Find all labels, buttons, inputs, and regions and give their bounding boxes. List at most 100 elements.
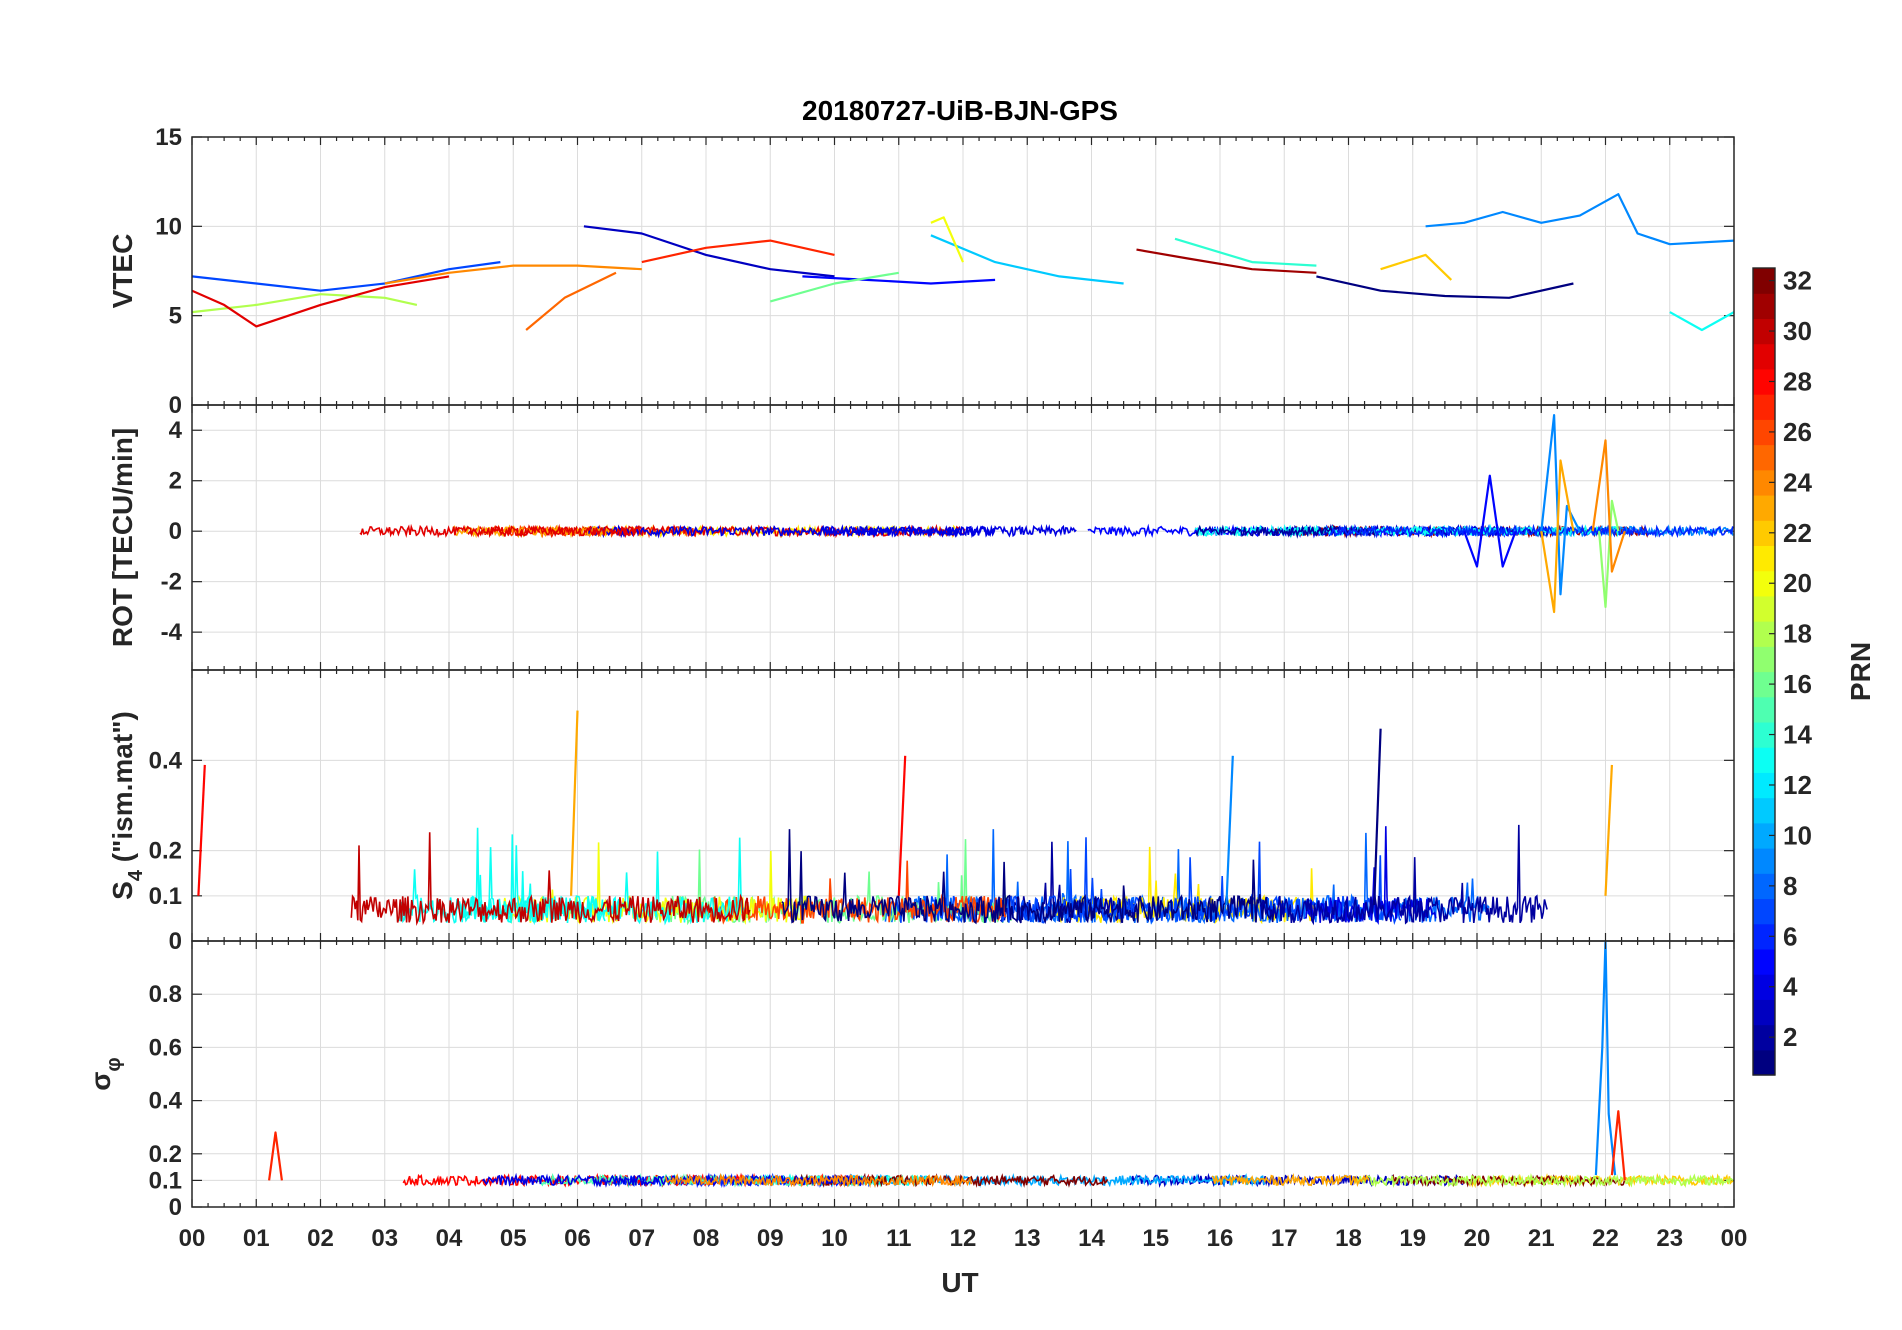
series-prn-9 <box>1425 193 1734 246</box>
x-tick-label: 00 <box>1721 1225 1748 1252</box>
panel-s4: 0 0.1 0.2 0.4S4 ("ism.mat") <box>107 669 1735 955</box>
colorbar-swatch <box>1753 646 1775 673</box>
y-tick-label: 2 <box>169 468 182 495</box>
colorbar-tick-label: 16 <box>1783 669 1812 699</box>
x-tick-label: 09 <box>757 1225 784 1252</box>
x-tick-label: 02 <box>307 1225 334 1252</box>
x-tick-label: 23 <box>1656 1225 1683 1252</box>
series-prn-7 <box>192 261 501 292</box>
x-tick-label: 03 <box>371 1225 398 1252</box>
colorbar-tick-label: 8 <box>1783 871 1797 901</box>
y-tick-label: 0.4 <box>149 747 183 774</box>
colorbar-swatch <box>1753 999 1775 1026</box>
colorbar-tick-label: 26 <box>1783 417 1812 447</box>
series-prn-23 <box>1604 764 1613 896</box>
y-tick-label: 0 <box>169 518 182 545</box>
y-tick-label: 15 <box>155 124 182 151</box>
series-prn-9 <box>1225 755 1234 905</box>
x-tick-label: 04 <box>436 1225 463 1252</box>
colorbar-swatch <box>1753 394 1775 420</box>
traces-rot <box>359 414 1734 614</box>
background-trace <box>350 832 751 926</box>
colorbar-swatch <box>1753 444 1775 471</box>
y-tick-label: -2 <box>161 569 182 596</box>
x-tick-label: 05 <box>500 1225 527 1252</box>
y-axis-label: S4 ("ism.mat") <box>107 711 147 900</box>
x-tick-label: 21 <box>1528 1225 1555 1252</box>
colorbar-tick-label: 30 <box>1783 316 1812 346</box>
colorbar-tick-label: 2 <box>1783 1022 1797 1052</box>
figure-canvas: 20180727-UiB-BJN-GPS 051015VTEC-4-2024RO… <box>85 95 1876 1298</box>
colorbar-tick-label: 24 <box>1783 467 1812 497</box>
colorbar-tick-label: 18 <box>1783 619 1812 649</box>
series-prn-28 <box>197 764 206 896</box>
colorbar-tick-label: 4 <box>1783 972 1798 1002</box>
colorbar-swatch <box>1753 1049 1775 1076</box>
colorbar-tick-label: 20 <box>1783 568 1812 598</box>
colorbar-swatch <box>1753 898 1775 925</box>
y-axis-label: σφ <box>85 1057 125 1090</box>
x-tick-label: 01 <box>243 1225 270 1252</box>
series-prn-28 <box>897 755 907 896</box>
x-tick-label: 19 <box>1399 1225 1426 1252</box>
x-tick-label: 15 <box>1142 1225 1169 1252</box>
series-prn-5 <box>1463 474 1517 568</box>
y-axis-label: VTEC <box>107 234 138 309</box>
traces-s4 <box>197 710 1613 926</box>
y-tick-label: 4 <box>169 417 183 444</box>
x-tick-label: 16 <box>1207 1225 1234 1252</box>
panel-sigma_phi: 00.10.2 0.4 0.6 0.8 σφ <box>85 940 1735 1221</box>
colorbar: 2468101214161820222426283032PRN <box>1752 266 1876 1076</box>
colorbar-swatch <box>1753 293 1775 320</box>
x-tick-label: 20 <box>1464 1225 1491 1252</box>
colorbar-tick-label: 32 <box>1783 266 1812 296</box>
series-prn-13 <box>1669 311 1734 332</box>
series-prn-31 <box>1136 248 1317 274</box>
x-tick-label: 00 <box>179 1225 206 1252</box>
colorbar-tick-label: 6 <box>1783 921 1797 951</box>
x-tick-label: 13 <box>1014 1225 1041 1252</box>
x-tick-label: 22 <box>1592 1225 1619 1252</box>
colorbar-swatch <box>1753 343 1775 370</box>
series-prn-25 <box>525 271 617 331</box>
x-tick-label: 08 <box>693 1225 720 1252</box>
x-tick-label: 11 <box>886 1225 911 1252</box>
y-tick-label: 0.6 <box>149 1034 182 1061</box>
x-tick-label: 10 <box>821 1225 848 1252</box>
y-tick-label: -4 <box>161 619 183 646</box>
y-tick-label: 0.8 <box>149 981 182 1008</box>
x-tick-label: 14 <box>1078 1225 1105 1252</box>
colorbar-tick-label: 12 <box>1783 770 1812 800</box>
colorbar-label: PRN <box>1845 642 1876 701</box>
x-tick-label: 18 <box>1335 1225 1362 1252</box>
colorbar-swatch <box>1753 696 1775 723</box>
colorbar-tick-label: 22 <box>1783 518 1812 548</box>
series-prn-27 <box>268 1131 283 1181</box>
colorbar-swatch <box>1753 545 1775 572</box>
x-tick-label: 06 <box>564 1225 591 1252</box>
x-tick-label: 12 <box>950 1225 977 1252</box>
colorbar-swatch <box>1753 747 1775 773</box>
y-tick-label: 5 <box>169 303 182 330</box>
y-tick-label: 0.1 <box>149 1167 182 1194</box>
y-axis-label: ROT [TECU/min] <box>107 428 138 647</box>
y-tick-label: 0 <box>169 928 182 955</box>
background-trace <box>781 829 1275 925</box>
colorbar-swatch <box>1753 797 1775 824</box>
y-tick-label: 0 <box>169 392 182 419</box>
x-axis: 00 01 02 03 04 05 06 07 08 09 10 11 12 13 14 15 16 17 18 19… <box>179 1225 1748 1252</box>
y-tick-label: 0.1 <box>149 883 182 910</box>
x-tick-label: 07 <box>628 1225 655 1252</box>
y-tick-label: 0.4 <box>149 1088 183 1115</box>
traces-sigma_phi <box>268 941 1734 1189</box>
series-prn-22 <box>1380 253 1453 281</box>
figure-title: 20180727-UiB-BJN-GPS <box>802 95 1118 126</box>
panel-rot: -4 -2 0 2 4 ROT [TECU/min] <box>107 404 1735 671</box>
panel-vtec: 0 5 10 15 VTEC <box>107 124 1735 419</box>
series-prn-20 <box>930 216 965 263</box>
colorbar-swatch <box>1753 595 1775 622</box>
colorbar-swatch <box>1753 494 1775 521</box>
colorbar-tick-label: 10 <box>1783 820 1812 850</box>
y-tick-label: 0.2 <box>149 1141 182 1168</box>
y-tick-label: 0.2 <box>149 838 182 865</box>
